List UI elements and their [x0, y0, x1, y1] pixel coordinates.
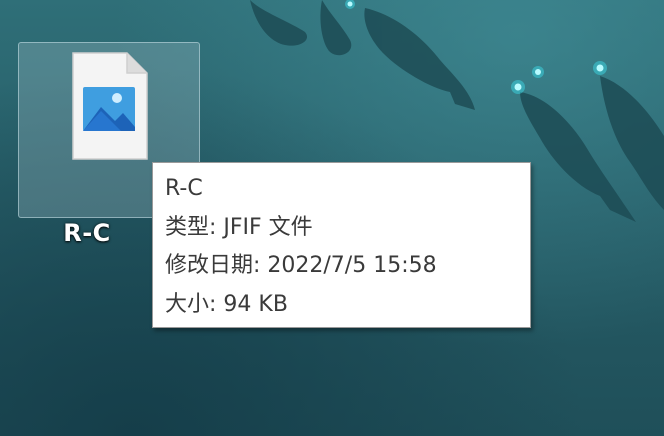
tooltip-file-type: 类型: JFIF 文件	[165, 214, 313, 240]
tooltip-modified-date: 修改日期: 2022/7/5 15:58	[165, 253, 437, 278]
file-info-tooltip: R-C 类型: JFIF 文件 修改日期: 2022/7/5 15:58 大小:…	[152, 162, 531, 328]
tooltip-file-name: R-C	[165, 176, 203, 201]
glow-light	[514, 83, 522, 91]
fish-silhouette	[364, 8, 475, 110]
glow-light	[535, 69, 541, 75]
jpeg-image-file-icon	[72, 52, 148, 160]
fish-silhouette	[320, 0, 352, 56]
desktop-icon-label: R-C	[63, 219, 111, 247]
glow-light	[347, 1, 353, 7]
glow-light	[596, 64, 604, 72]
fish-silhouette	[250, 0, 308, 46]
tooltip-file-size: 大小: 94 KB	[165, 291, 288, 317]
